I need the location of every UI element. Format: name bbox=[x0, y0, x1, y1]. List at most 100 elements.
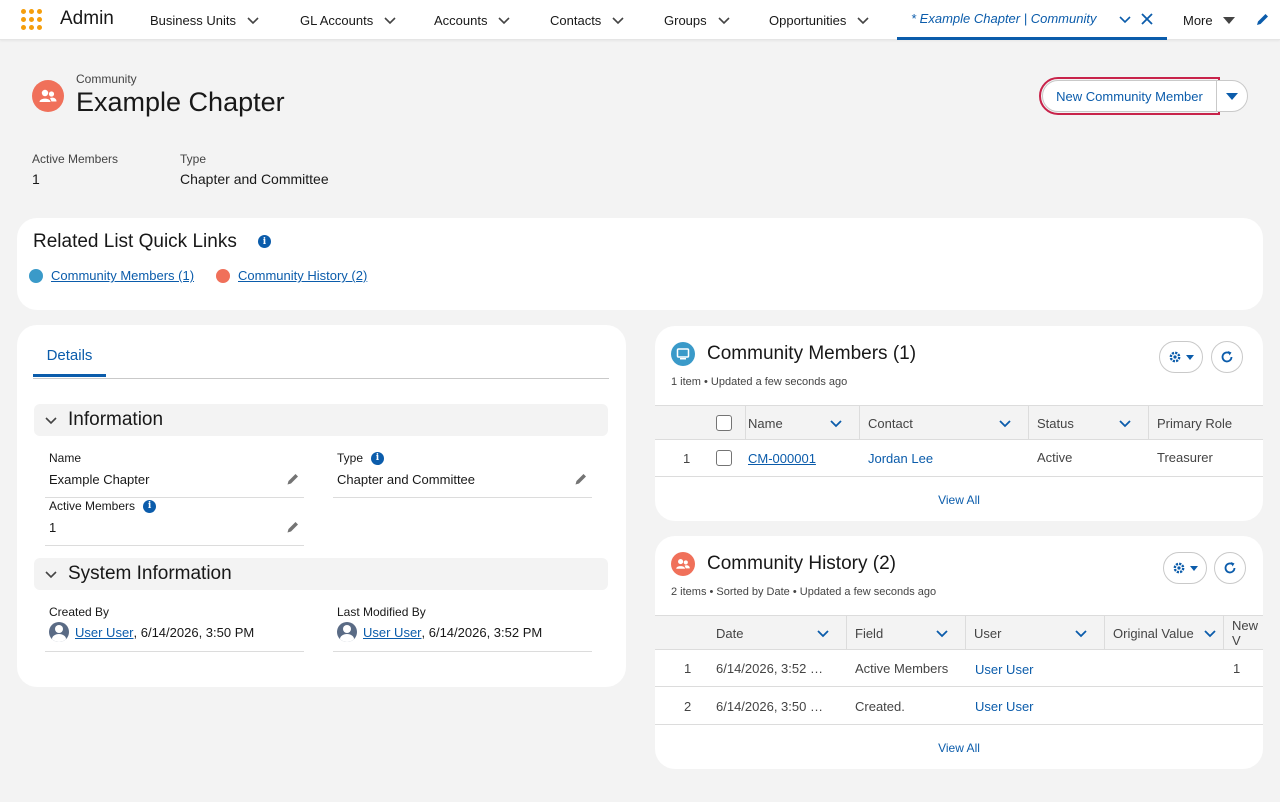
chevron-down-icon[interactable] bbox=[829, 416, 843, 430]
column-label: Primary Role bbox=[1157, 415, 1233, 431]
chevron-down-icon[interactable] bbox=[497, 13, 511, 27]
column-label: User bbox=[974, 625, 1002, 641]
chevron-down-icon[interactable] bbox=[717, 13, 731, 27]
chevron-down-icon[interactable] bbox=[1118, 416, 1132, 430]
column-header-new-value[interactable]: New V bbox=[1224, 616, 1263, 650]
column-header-status[interactable]: Status bbox=[1029, 406, 1149, 440]
table-row: 1 CM-000001 Jordan Lee Active Treasurer bbox=[655, 440, 1263, 477]
row-checkbox-cell bbox=[716, 450, 732, 466]
section-system-information[interactable]: System Information bbox=[34, 558, 608, 590]
field-value: Example Chapter bbox=[49, 472, 150, 487]
edit-pencil-icon[interactable] bbox=[286, 520, 300, 534]
highlight-label: Active Members bbox=[32, 152, 119, 166]
user-link[interactable]: User User bbox=[975, 699, 1034, 714]
user-link[interactable]: User User bbox=[363, 625, 422, 640]
history-icon bbox=[216, 268, 230, 283]
edit-pencil-icon[interactable] bbox=[286, 472, 300, 486]
community-icon bbox=[32, 80, 64, 112]
column-header-user[interactable]: User bbox=[966, 616, 1105, 650]
user-link[interactable]: User User bbox=[75, 625, 134, 640]
chevron-down-icon[interactable] bbox=[856, 13, 870, 27]
field-value: Chapter and Committee bbox=[337, 472, 476, 487]
info-icon[interactable]: i bbox=[371, 451, 385, 465]
chevron-down-icon[interactable] bbox=[611, 13, 625, 27]
new-community-member-button[interactable]: New Community Member bbox=[1039, 77, 1220, 115]
quick-link-community-members[interactable]: Community Members (1) bbox=[29, 268, 194, 283]
tab-label: Contacts bbox=[550, 12, 602, 28]
edit-nav-pencil-icon[interactable] bbox=[1255, 12, 1270, 27]
tab-details[interactable]: Details bbox=[33, 347, 106, 377]
select-all-checkbox[interactable] bbox=[716, 415, 732, 431]
chevron-down-icon[interactable] bbox=[998, 416, 1012, 430]
object-type-label: Community bbox=[76, 72, 137, 86]
row-checkbox[interactable] bbox=[716, 450, 732, 466]
chevron-down-icon[interactable] bbox=[1118, 12, 1132, 26]
column-header-primary-role[interactable]: Primary Role bbox=[1149, 406, 1263, 440]
tab-business-units[interactable]: Business Units bbox=[150, 0, 260, 40]
more-label: More bbox=[1183, 12, 1213, 28]
refresh-icon bbox=[1224, 562, 1236, 574]
column-label: Field bbox=[855, 625, 884, 641]
column-header-field[interactable]: Field bbox=[847, 616, 966, 650]
edit-pencil-icon[interactable] bbox=[574, 472, 588, 486]
column-label: Date bbox=[716, 625, 744, 641]
date-value: 6/14/2026, 3:52 … bbox=[716, 661, 823, 676]
field-label-text: Type bbox=[337, 451, 364, 465]
table-header: Name Contact Status Primary Role bbox=[655, 405, 1263, 440]
field-label: Last Modified By bbox=[337, 605, 426, 619]
chevron-down-icon[interactable] bbox=[383, 13, 397, 27]
column-header-date[interactable]: Date bbox=[708, 616, 847, 650]
view-all-history-link[interactable]: View All bbox=[655, 741, 1263, 755]
app-launcher-icon[interactable] bbox=[21, 9, 43, 31]
column-label: Name bbox=[748, 415, 783, 431]
section-information[interactable]: Information bbox=[34, 404, 608, 436]
tab-groups[interactable]: Groups bbox=[664, 0, 731, 40]
row-number-header bbox=[655, 616, 708, 650]
related-list-title[interactable]: Community Members (1) bbox=[707, 343, 916, 365]
chevron-down-icon[interactable] bbox=[246, 13, 260, 27]
column-header-contact[interactable]: Contact bbox=[860, 406, 1029, 440]
refresh-button[interactable] bbox=[1211, 341, 1243, 373]
view-all-members-link[interactable]: View All bbox=[655, 493, 1263, 507]
info-icon[interactable]: i bbox=[258, 235, 271, 248]
refresh-button[interactable] bbox=[1214, 552, 1246, 584]
highlight-type: Type Chapter and Committee bbox=[180, 152, 329, 187]
row-number: 1 bbox=[684, 661, 692, 676]
info-icon[interactable]: i bbox=[143, 499, 157, 513]
field-active-members: Active Members i 1 bbox=[45, 499, 304, 546]
gear-icon bbox=[1173, 562, 1185, 574]
field-label: Name bbox=[49, 451, 82, 465]
list-settings-button[interactable] bbox=[1159, 341, 1203, 373]
user-link[interactable]: User User bbox=[975, 662, 1034, 677]
created-date: , 6/14/2026, 3:50 PM bbox=[133, 624, 255, 640]
chevron-down-icon[interactable] bbox=[1203, 626, 1217, 640]
quick-link-community-history[interactable]: Community History (2) bbox=[216, 268, 367, 283]
contact-link[interactable]: Jordan Lee bbox=[868, 451, 933, 466]
list-settings-button[interactable] bbox=[1163, 552, 1207, 584]
caret-down-icon bbox=[1222, 16, 1235, 24]
header-actions-menu-button[interactable] bbox=[1216, 80, 1248, 112]
tab-opportunities[interactable]: Opportunities bbox=[769, 0, 870, 40]
field-label: Type i bbox=[337, 451, 385, 465]
chevron-down-icon[interactable] bbox=[1074, 626, 1088, 640]
chevron-down-icon[interactable] bbox=[816, 626, 830, 640]
tab-example-chapter[interactable]: * Example Chapter | Community bbox=[897, 0, 1167, 40]
field-last-modified-by: Last Modified By User User , 6/14/2026, … bbox=[333, 605, 592, 652]
tab-gl-accounts[interactable]: GL Accounts bbox=[300, 0, 397, 40]
app-name: Admin bbox=[60, 8, 114, 29]
tab-accounts[interactable]: Accounts bbox=[434, 0, 511, 40]
column-header-name[interactable]: Name bbox=[740, 406, 860, 440]
column-header-original-value[interactable]: Original Value bbox=[1105, 616, 1224, 650]
close-tab-icon[interactable] bbox=[1140, 12, 1154, 26]
table-row: 1 6/14/2026, 3:52 … Active Members User … bbox=[655, 650, 1263, 687]
chevron-down-icon[interactable] bbox=[935, 626, 949, 640]
column-label: Contact bbox=[868, 415, 913, 431]
related-list-title[interactable]: Community History (2) bbox=[707, 553, 896, 575]
member-name-link[interactable]: CM-000001 bbox=[748, 451, 816, 466]
section-title: Information bbox=[68, 409, 164, 430]
global-navigation: Admin Business Units GL Accounts Account… bbox=[0, 0, 1280, 40]
highlight-value: Chapter and Committee bbox=[180, 171, 329, 187]
tab-contacts[interactable]: Contacts bbox=[550, 0, 625, 40]
more-tabs-menu[interactable]: More bbox=[1183, 0, 1235, 40]
highlight-label: Type bbox=[180, 152, 207, 166]
